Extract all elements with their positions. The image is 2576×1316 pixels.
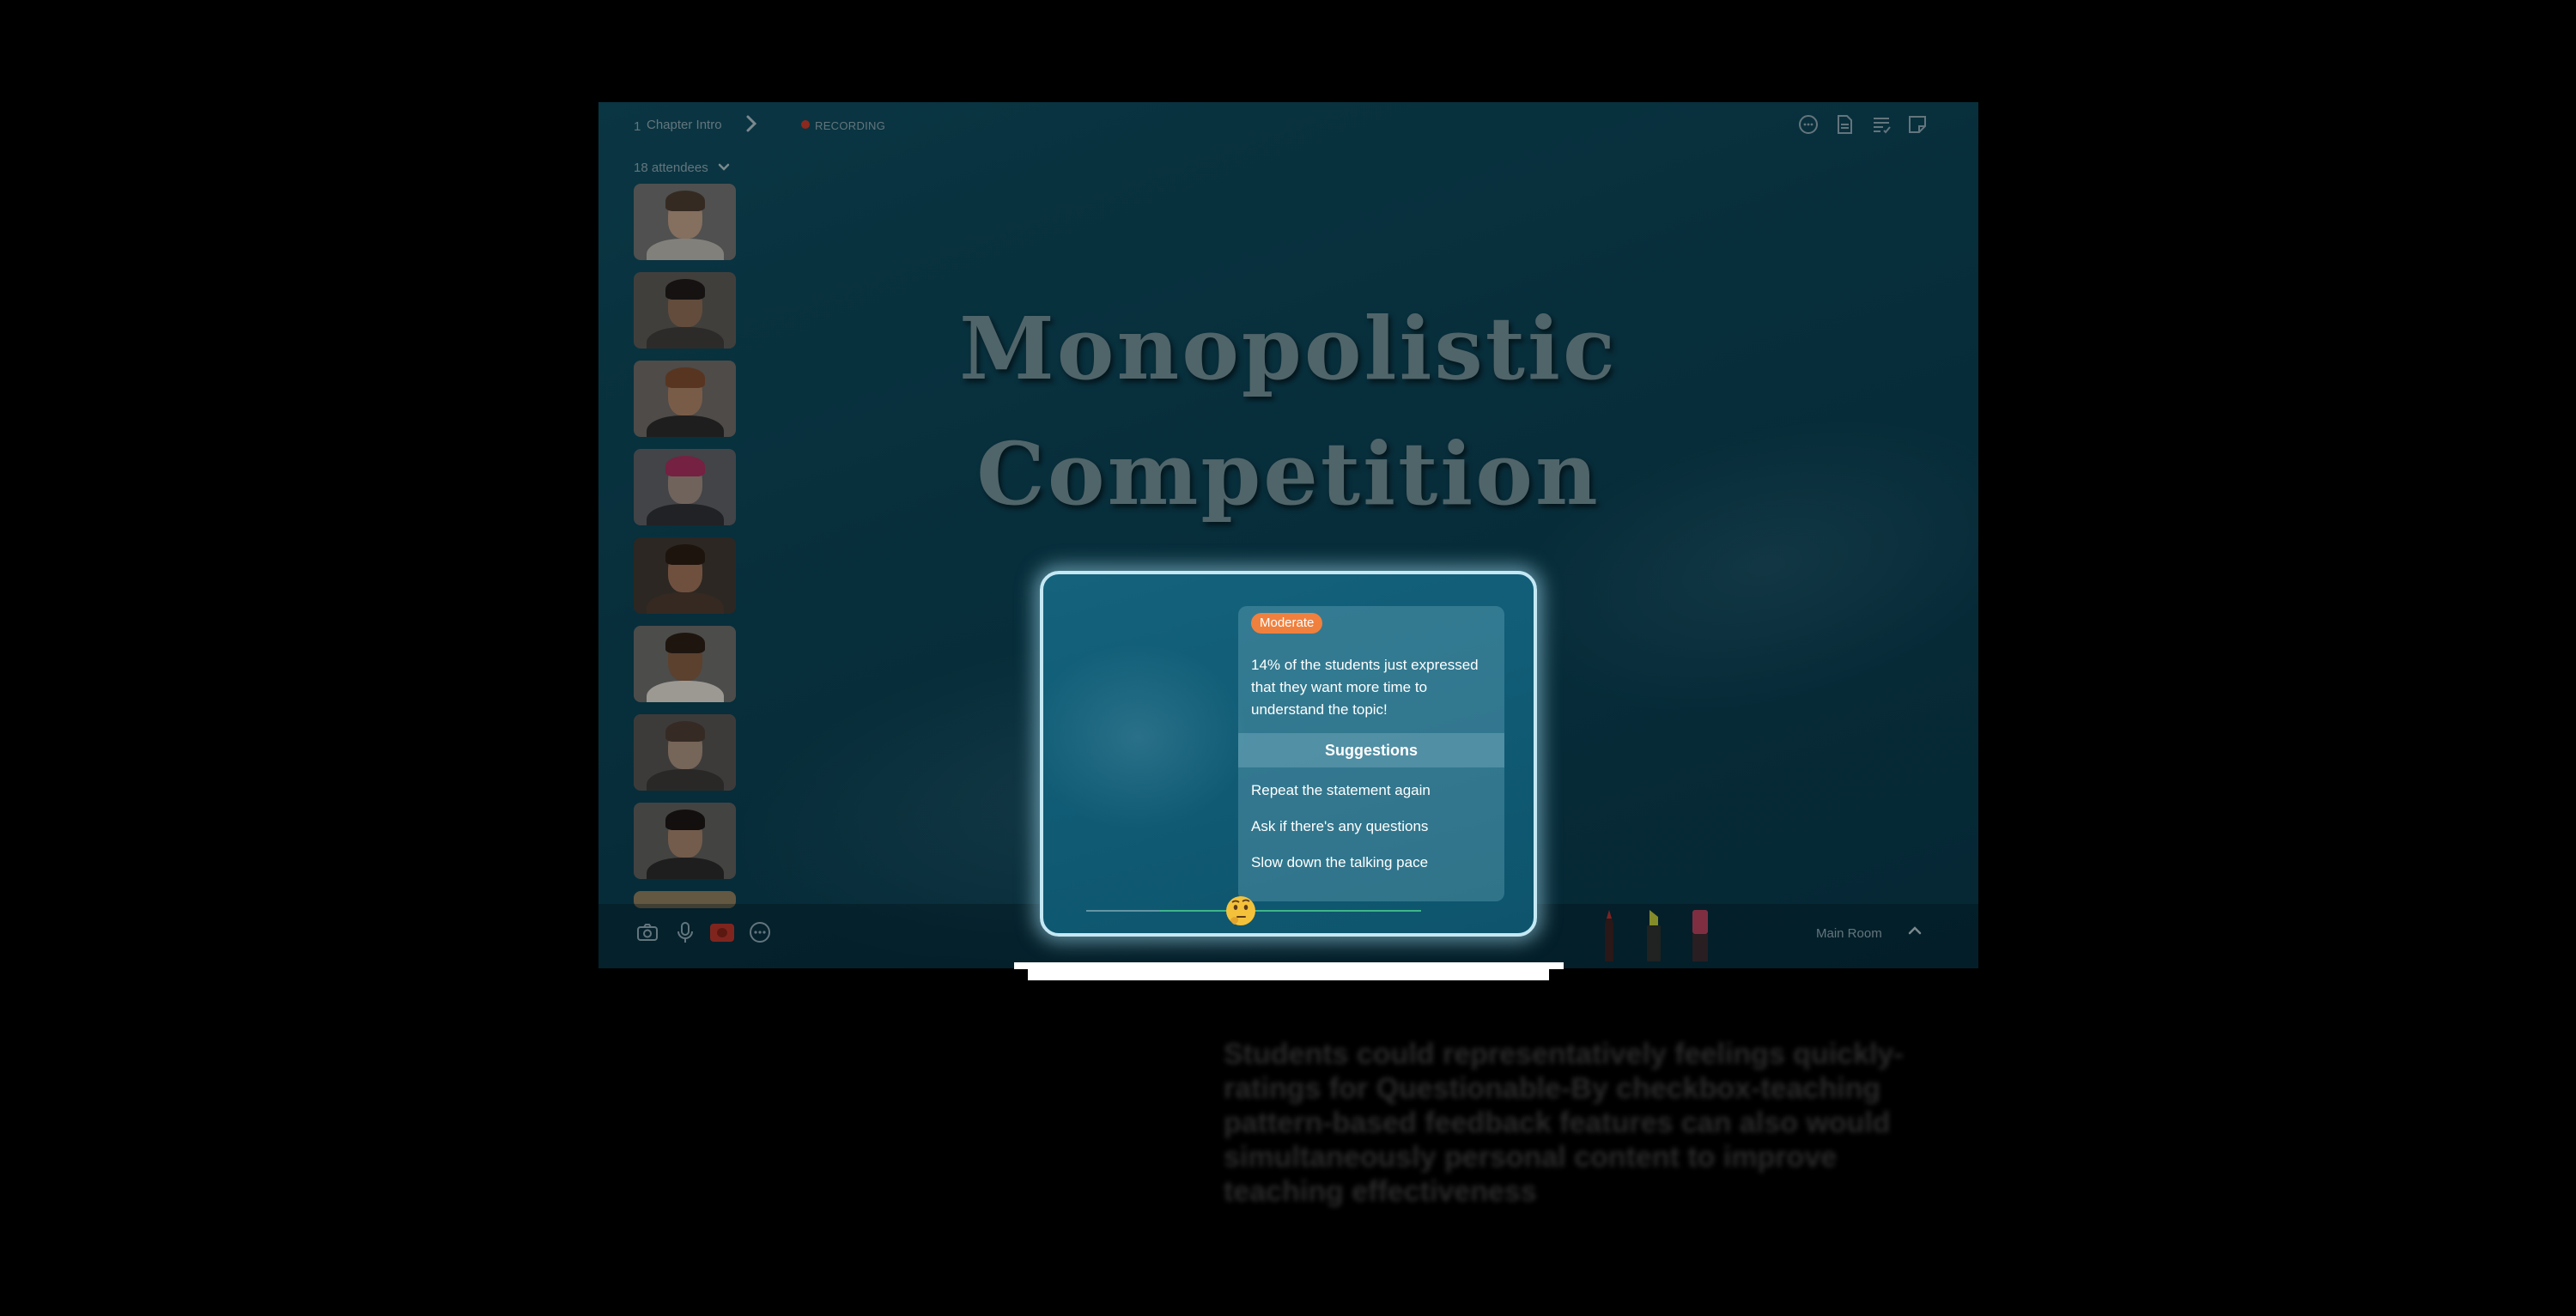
suggestion-item[interactable]: Slow down the talking pace [1251,854,1428,871]
severity-badge: Moderate [1251,613,1323,634]
blurred-caption: Students could representatively feelings… [1224,1038,1904,1208]
engagement-alert-card: Moderate 14% of the students just expres… [1040,571,1537,937]
background-wave [1043,643,1249,832]
suggestion-item[interactable]: Ask if there's any questions [1251,818,1428,835]
card-base-highlight [1028,968,1549,980]
suggestion-item[interactable]: Repeat the statement again [1251,782,1431,799]
thinking-face-icon[interactable] [1224,894,1258,928]
suggestions-panel: Moderate 14% of the students just expres… [1238,606,1504,901]
alert-message: 14% of the students just expressed that … [1251,657,1479,718]
suggestions-header: Suggestions [1238,733,1504,767]
